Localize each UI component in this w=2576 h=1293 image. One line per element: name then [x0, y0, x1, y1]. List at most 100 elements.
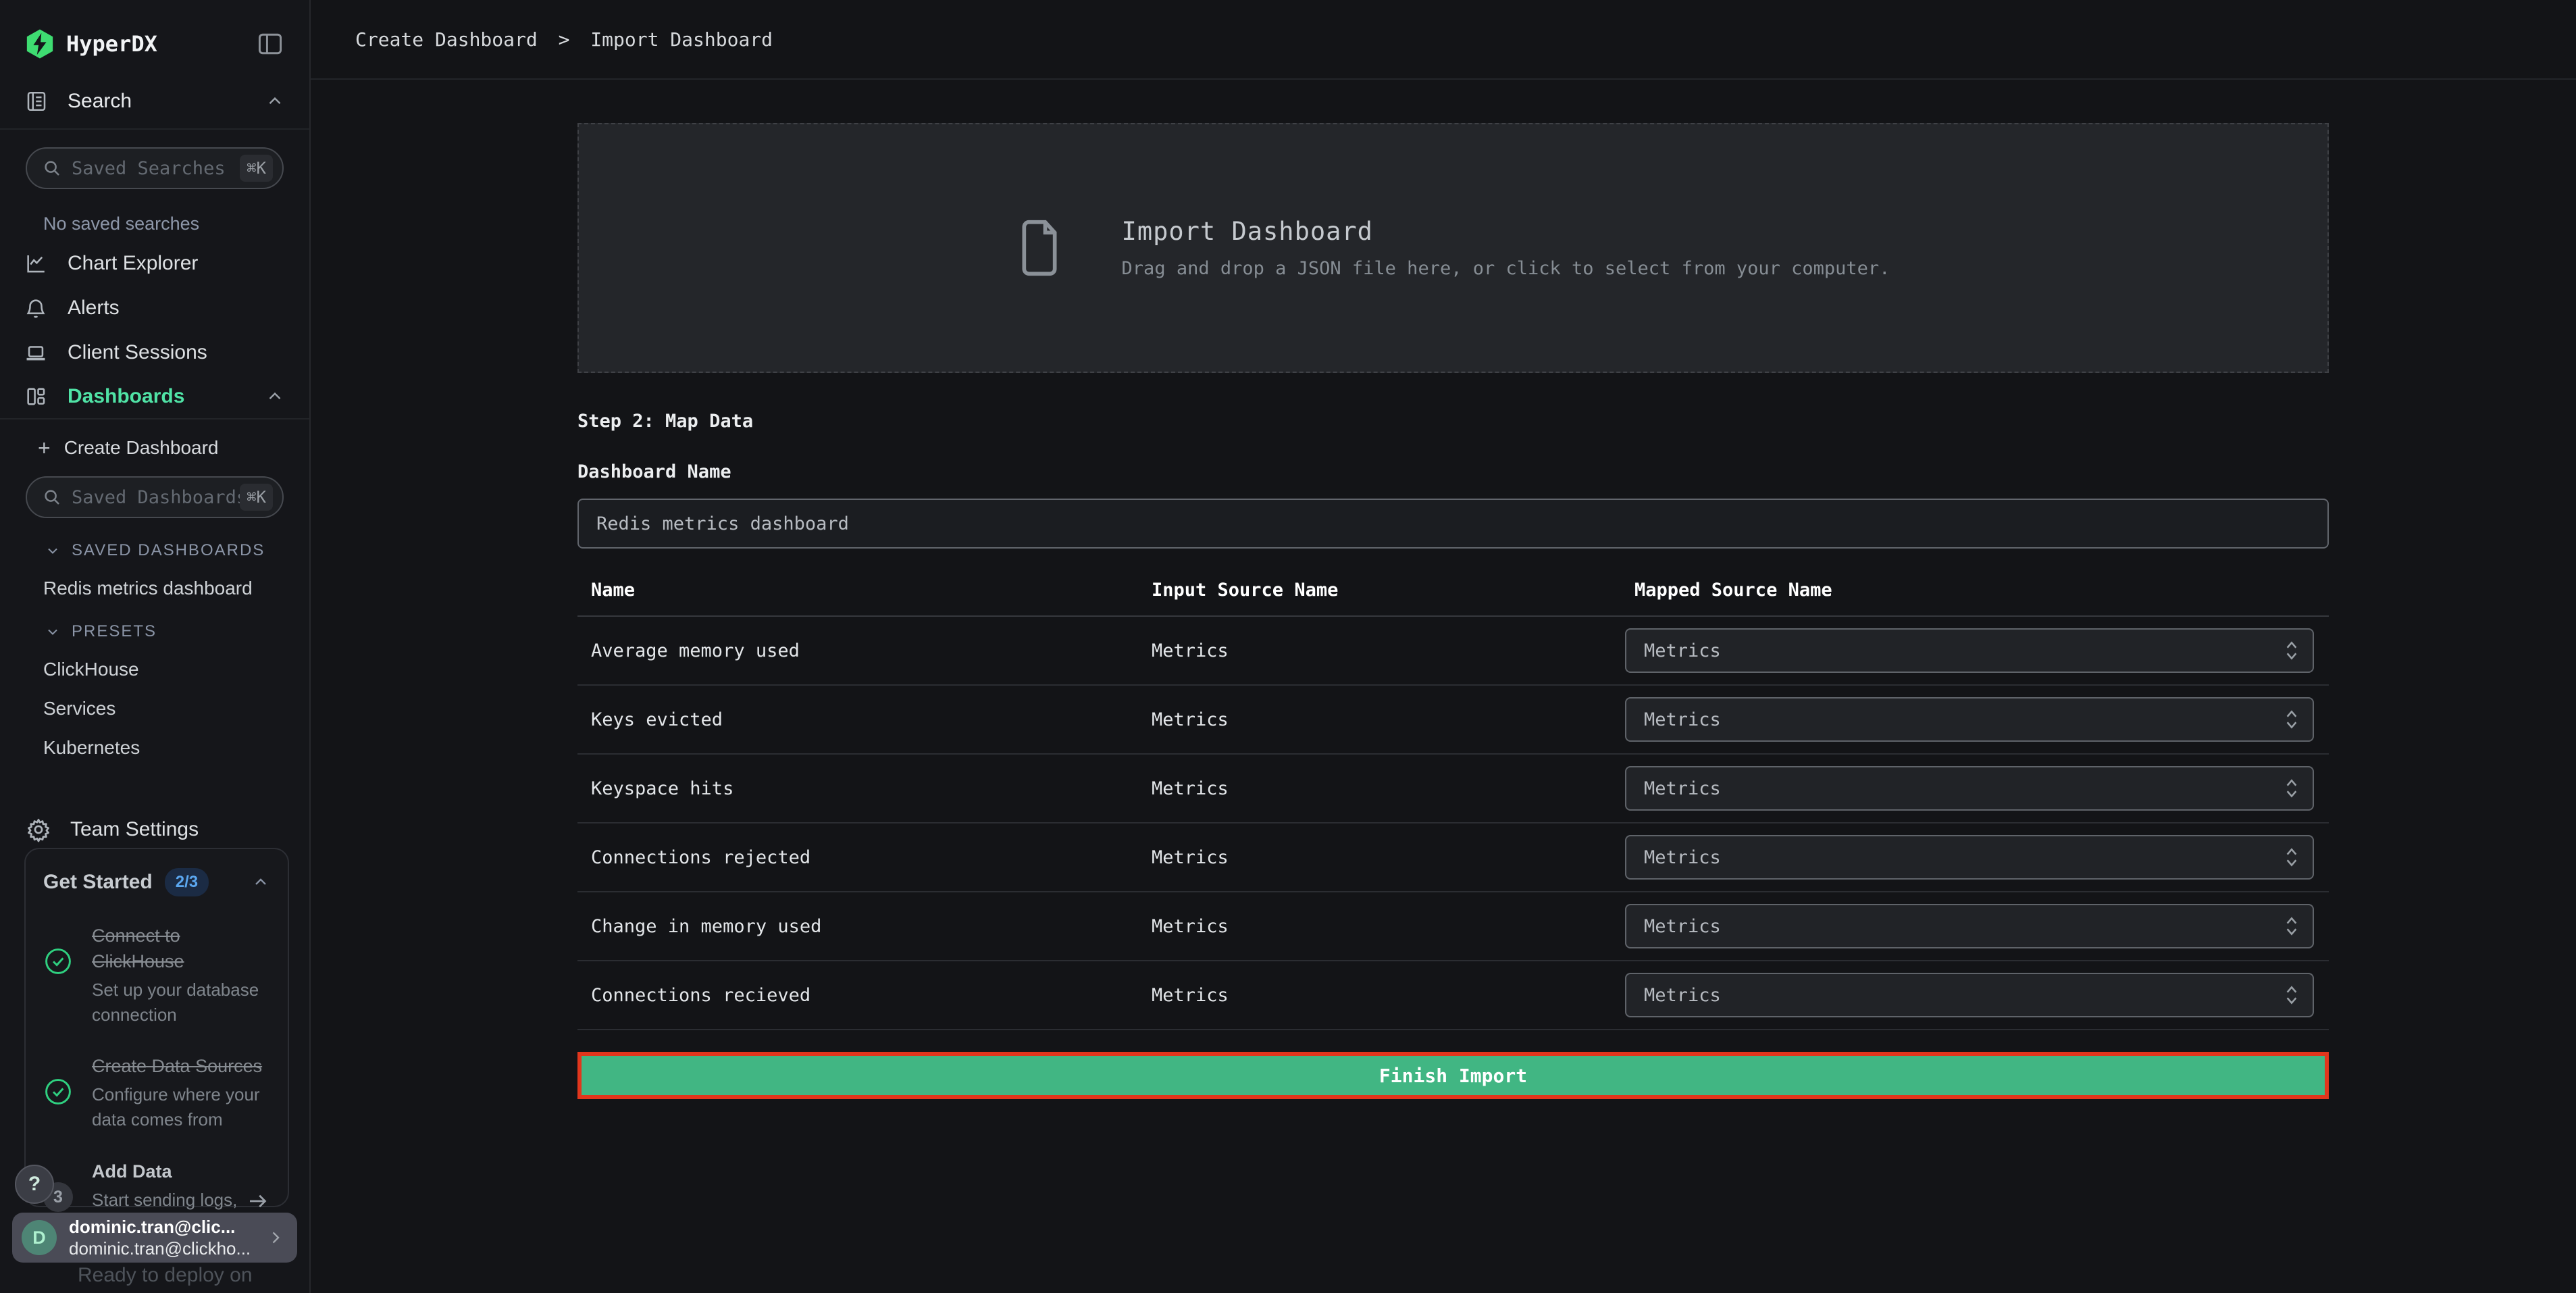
- file-icon: [1016, 218, 1062, 278]
- mapped-source-select[interactable]: Metrics: [1625, 835, 2314, 880]
- mapped-source-select[interactable]: Metrics: [1625, 628, 2314, 673]
- breadcrumb-separator: >: [559, 28, 570, 51]
- clickhouse-cloud-promo-text: Ready to deploy on ClickHouse Cloud?: [78, 1262, 253, 1293]
- preset-kubernetes[interactable]: Kubernetes: [0, 719, 309, 759]
- sidebar-item-label: Dashboards: [68, 385, 265, 408]
- gear-icon: [26, 817, 51, 842]
- step-title: Create Data Sources: [92, 1054, 270, 1080]
- get-started-step-connect-clickhouse[interactable]: Connect to ClickHouse Set up your databa…: [43, 923, 270, 1027]
- table-header-row: Name Input Source Name Mapped Source Nam…: [577, 567, 2329, 617]
- saved-searches-shortcut: ⌘K: [240, 155, 273, 182]
- presets-group-toggle[interactable]: PRESETS: [0, 599, 309, 641]
- bell-icon: [24, 297, 47, 320]
- column-header-mapped-source: Mapped Source Name: [1621, 567, 2329, 615]
- search-icon: [42, 158, 62, 178]
- sidebar-item-alerts[interactable]: Alerts: [0, 286, 309, 330]
- step-title: Connect to ClickHouse: [92, 923, 270, 975]
- check-circle-icon: [43, 1077, 73, 1107]
- chevron-up-icon: [265, 91, 285, 111]
- table-row: Average memory used Metrics Metrics: [577, 617, 2329, 686]
- breadcrumb-import-dashboard: Import Dashboard: [590, 28, 773, 51]
- select-updown-icon: [2283, 777, 2300, 800]
- sidebar-item-dashboards[interactable]: Dashboards: [0, 375, 309, 420]
- topbar: Create Dashboard > Import Dashboard: [311, 0, 2576, 80]
- saved-dashboards-group-toggle[interactable]: SAVED DASHBOARDS: [0, 518, 309, 560]
- dropzone-subtitle: Drag and drop a JSON file here, or click…: [1122, 258, 1890, 279]
- get-started-step-create-data-sources[interactable]: Create Data Sources Configure where your…: [43, 1054, 270, 1132]
- sidebar-collapse-icon[interactable]: [255, 29, 285, 59]
- preset-services[interactable]: Services: [0, 680, 309, 719]
- sidebar-item-client-sessions[interactable]: Client Sessions: [0, 330, 309, 375]
- mapped-source-select[interactable]: Metrics: [1625, 973, 2314, 1017]
- get-started-progress-badge: 2/3: [165, 868, 209, 896]
- table-row: Change in memory used Metrics Metrics: [577, 892, 2329, 961]
- select-updown-icon: [2283, 984, 2300, 1007]
- chevron-down-icon: [45, 542, 61, 559]
- row-name: Connections rejected: [577, 847, 1138, 868]
- mapped-source-select[interactable]: Metrics: [1625, 697, 2314, 742]
- avatar: D: [22, 1220, 57, 1255]
- table-row: Keyspace hits Metrics Metrics: [577, 755, 2329, 823]
- mapped-source-select[interactable]: Metrics: [1625, 766, 2314, 811]
- saved-dashboards-group-label: SAVED DASHBOARDS: [72, 541, 265, 560]
- mapping-table: Name Input Source Name Mapped Source Nam…: [577, 567, 2329, 1030]
- table-row: Connections rejected Metrics Metrics: [577, 823, 2329, 892]
- user-menu[interactable]: D dominic.tran@clic... dominic.tran@clic…: [12, 1213, 297, 1263]
- saved-dashboards-input[interactable]: [72, 487, 240, 508]
- saved-dashboards-searchbar[interactable]: ⌘K: [26, 476, 284, 518]
- sidebar-item-label: Alerts: [68, 297, 285, 320]
- row-input-source: Metrics: [1138, 709, 1621, 730]
- chevron-down-icon: [45, 624, 61, 640]
- sidebar-item-label: Chart Explorer: [68, 252, 285, 275]
- help-button[interactable]: ?: [15, 1165, 54, 1204]
- no-saved-searches-text: No saved searches: [0, 189, 309, 241]
- step-title: Add Data: [92, 1159, 246, 1185]
- step-subtitle: Configure where your data comes from: [92, 1082, 270, 1132]
- user-email: dominic.tran@clickho...: [69, 1238, 266, 1260]
- select-updown-icon: [2283, 708, 2300, 731]
- plus-icon: +: [38, 437, 51, 459]
- chevron-up-icon[interactable]: [251, 873, 270, 892]
- sidebar-item-label: Client Sessions: [68, 341, 285, 364]
- dropzone-title: Import Dashboard: [1122, 217, 1890, 246]
- create-dashboard-label: Create Dashboard: [64, 437, 219, 459]
- chevron-up-icon: [265, 386, 285, 407]
- step-subtitle: Set up your database connection: [92, 978, 270, 1028]
- column-header-input-source: Input Source Name: [1138, 567, 1621, 615]
- mapped-source-select[interactable]: Metrics: [1625, 904, 2314, 948]
- chart-icon: [24, 252, 47, 275]
- select-updown-icon: [2283, 915, 2300, 938]
- saved-searches-searchbar[interactable]: ⌘K: [26, 147, 284, 189]
- presets-group-label: PRESETS: [72, 622, 157, 641]
- dashboard-grid-icon: [24, 385, 47, 408]
- column-header-name: Name: [577, 567, 1138, 615]
- dashboard-name-label: Dashboard Name: [577, 461, 2329, 482]
- sidebar-dashboard-redis-metrics[interactable]: Redis metrics dashboard: [0, 560, 309, 599]
- row-input-source: Metrics: [1138, 916, 1621, 937]
- sidebar-section-search[interactable]: Search: [0, 78, 309, 130]
- hyperdx-logo-icon: [24, 28, 55, 59]
- check-circle-icon: [43, 946, 73, 976]
- get-started-title: Get Started: [43, 871, 153, 894]
- row-input-source: Metrics: [1138, 778, 1621, 799]
- saved-searches-input[interactable]: [72, 158, 240, 179]
- sidebar-item-team-settings[interactable]: Team Settings: [0, 759, 309, 842]
- dashboard-name-input[interactable]: [577, 499, 2329, 549]
- chevron-right-icon: [266, 1228, 285, 1247]
- table-body: Average memory used Metrics Metrics: [577, 617, 2329, 1030]
- sidebar-item-chart-explorer[interactable]: Chart Explorer: [0, 241, 309, 286]
- import-dropzone[interactable]: Import Dashboard Drag and drop a JSON fi…: [577, 123, 2329, 373]
- row-input-source: Metrics: [1138, 847, 1621, 868]
- row-input-source: Metrics: [1138, 640, 1621, 661]
- create-dashboard-button[interactable]: + Create Dashboard: [0, 420, 309, 459]
- search-section-label: Search: [68, 90, 265, 113]
- search-icon: [42, 487, 62, 507]
- breadcrumb-create-dashboard[interactable]: Create Dashboard: [355, 28, 538, 51]
- finish-import-button[interactable]: Finish Import: [577, 1052, 2329, 1099]
- content: Import Dashboard Drag and drop a JSON fi…: [311, 80, 2576, 1293]
- arrow-right-icon: [246, 1189, 270, 1213]
- row-name: Keys evicted: [577, 709, 1138, 730]
- user-name: dominic.tran@clic...: [69, 1216, 266, 1238]
- preset-clickhouse[interactable]: ClickHouse: [0, 641, 309, 680]
- row-input-source: Metrics: [1138, 985, 1621, 1006]
